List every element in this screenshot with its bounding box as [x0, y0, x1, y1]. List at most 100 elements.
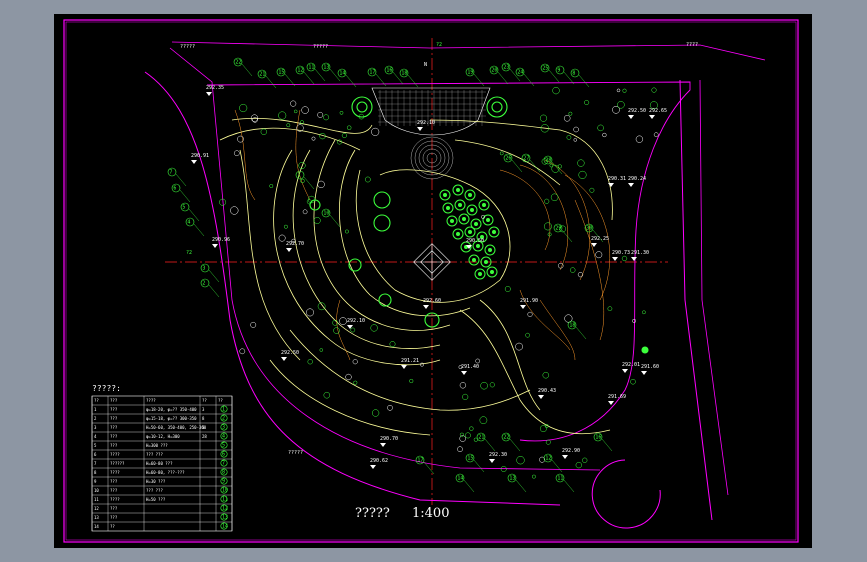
plant-tag: 4 [185, 217, 205, 237]
shrub [459, 382, 467, 389]
shrub [597, 124, 604, 132]
shrub [480, 381, 488, 390]
boundary-line-north [171, 41, 766, 61]
legend-symbol-label: 6 [222, 452, 225, 458]
legend-cell: ?????? [110, 461, 125, 466]
shrub [573, 126, 579, 133]
plant-tag: 18 [567, 320, 587, 340]
shrub [607, 306, 613, 312]
shrub [239, 348, 246, 355]
inner-border [65, 21, 797, 541]
legend-symbol-label: 2 [222, 416, 225, 422]
plant-tag: 13 [507, 473, 527, 493]
shrub [545, 439, 551, 445]
svg-text:15: 15 [467, 456, 473, 462]
shrub [578, 170, 587, 179]
shrub [409, 378, 414, 384]
svg-text:14: 14 [339, 71, 345, 77]
shrub [319, 348, 324, 352]
shrub [464, 432, 471, 439]
legend-cell: 3 [202, 407, 205, 412]
shrub [323, 114, 330, 121]
shrub [317, 111, 324, 118]
legend-cell: 8 [202, 416, 205, 421]
shrub [539, 425, 547, 433]
shrub [345, 373, 352, 381]
shrub [515, 342, 523, 351]
elevation-marker: 290.31 [608, 176, 626, 187]
shrub [469, 426, 474, 431]
shrub [307, 359, 313, 365]
shrub [302, 209, 308, 215]
svg-text:290.91: 290.91 [191, 153, 209, 159]
shrub [531, 474, 536, 479]
plant-tag: 13 [321, 62, 341, 82]
svg-text:9: 9 [557, 68, 560, 74]
svg-text:290.73: 290.73 [612, 250, 630, 256]
site-plan-drawing: ?2 ?2 2221 15 12 11 1314 17 16 18 19 20 … [63, 19, 799, 543]
shrub [584, 99, 590, 106]
svg-text:292.50: 292.50 [281, 350, 299, 356]
central-pavilion [413, 243, 451, 281]
svg-text:14: 14 [457, 476, 463, 482]
svg-text:1: 1 [297, 173, 300, 179]
shrub [499, 151, 504, 156]
shrub [479, 416, 488, 425]
legend-cell: 3 [94, 425, 97, 430]
shrub [516, 456, 525, 465]
svg-text:18: 18 [569, 323, 575, 329]
shrub [364, 176, 371, 183]
shrub [286, 123, 291, 128]
legend-cell: ??? [110, 416, 118, 421]
svg-text:16: 16 [595, 435, 601, 441]
elevation-marker: 290.50 [466, 238, 484, 249]
plant-tag: 22 [233, 57, 253, 77]
shrub [622, 88, 627, 93]
legend-cell: H=50 ??? [146, 497, 166, 502]
svg-text:290.50: 290.50 [466, 238, 484, 244]
callout-sw: ????? [288, 450, 303, 456]
shrub [575, 461, 582, 469]
svg-text:12: 12 [297, 68, 303, 74]
cul-de-sac [591, 459, 661, 529]
elevation-marker: 292.90 [562, 448, 580, 459]
plant-tag: 21 [476, 432, 496, 452]
shrub [278, 234, 286, 242]
shrub [306, 308, 314, 317]
shrub [651, 87, 657, 93]
plant-tag: 15 [465, 453, 485, 473]
plant-tag: 29 [553, 223, 573, 243]
shrub [543, 222, 552, 231]
svg-text:290.24: 290.24 [628, 176, 646, 182]
elevation-marker: 290.24 [628, 176, 646, 187]
legend-symbol-label: 10 [222, 488, 228, 494]
shrub [344, 229, 349, 234]
svg-text:290.70: 290.70 [380, 436, 398, 442]
svg-text:4: 4 [187, 220, 190, 226]
svg-text:291.21: 291.21 [401, 358, 419, 364]
svg-text:10: 10 [323, 211, 329, 217]
plant-tag: 17 [367, 67, 387, 87]
shrub [323, 391, 331, 399]
svg-text:290.96: 290.96 [212, 237, 230, 243]
elevation-marker: 292.50 [628, 108, 646, 119]
svg-text:291.40: 291.40 [461, 364, 479, 370]
plant-tag: 26 [503, 153, 523, 173]
plant-tag: 2 [200, 278, 220, 298]
elevation-marker: 292.35 [206, 85, 224, 96]
legend-header: ?? [94, 398, 99, 403]
legend-cell: H=60-80, ???-??? [146, 470, 185, 475]
elevation-marker: 292.10 [347, 318, 365, 329]
legend-cell: ??? [110, 488, 118, 493]
svg-text:6: 6 [173, 186, 176, 192]
svg-text:28: 28 [545, 158, 551, 164]
cad-viewport[interactable]: ?2 ?2 22 21 15 12 11 13 14 17 16 18 19 2… [0, 0, 867, 562]
svg-text:30: 30 [586, 226, 592, 232]
svg-text:21: 21 [478, 435, 484, 441]
svg-text:26: 26 [505, 156, 511, 162]
svg-text:290.62: 290.62 [370, 458, 388, 464]
legend-symbol-label: 4 [222, 434, 225, 440]
boundary-line-east [699, 79, 729, 496]
shrub [301, 106, 309, 114]
svg-text:25: 25 [542, 66, 548, 72]
